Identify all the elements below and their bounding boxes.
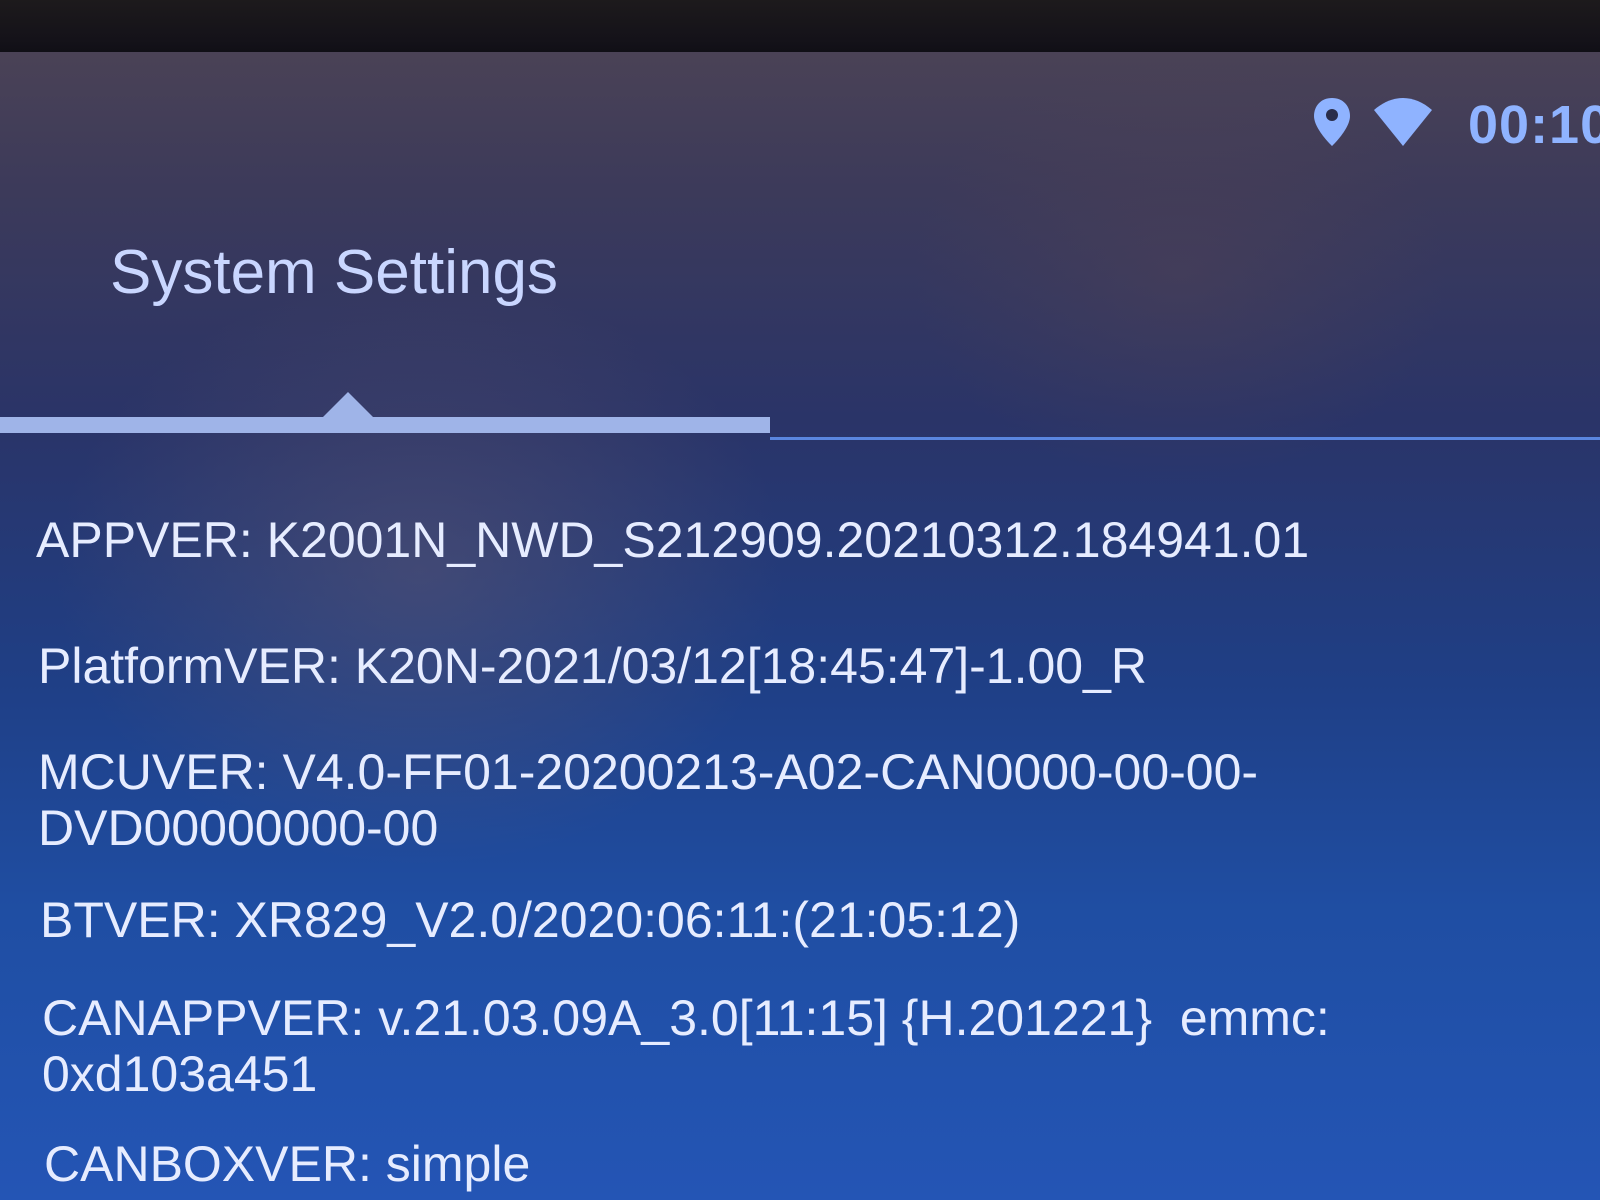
appver-row: APPVER: K2001N_NWD_S212909.20210312.1849… — [36, 512, 1309, 568]
canboxver-label: CANBOXVER: — [44, 1136, 372, 1192]
wifi-icon — [1372, 96, 1434, 148]
btver-row: BTVER: XR829_V2.0/2020:06:11:(21:05:12) — [40, 892, 1020, 948]
platformver-label: PlatformVER: — [38, 638, 341, 694]
canboxver-row: CANBOXVER: simple — [44, 1136, 530, 1192]
btver-value: XR829_V2.0/2020:06:11:(21:05:12) — [234, 892, 1021, 948]
screen: 00:10 System Settings APPVER: K2001N_NWD… — [0, 52, 1600, 1200]
appver-label: APPVER: — [36, 512, 253, 568]
device-bezel — [0, 0, 1600, 58]
status-clock: 00:10 — [1468, 95, 1600, 155]
platformver-value: K20N-2021/03/12[18:45:47]-1.00_R — [354, 638, 1148, 694]
canappver-label: CANAPPVER: — [42, 990, 365, 1046]
status-bar: 00:10 — [0, 52, 1600, 202]
tab-system-settings[interactable]: System Settings — [110, 237, 558, 308]
appver-value: K2001N_NWD_S212909.20210312.184941.01 — [266, 512, 1310, 568]
tab-indicator — [0, 417, 770, 433]
platformver-row: PlatformVER: K20N-2021/03/12[18:45:47]-1… — [38, 638, 1147, 694]
mcuver-row: MCUVER: V4.0-FF01-20200213-A02-CAN0000-0… — [38, 744, 1258, 856]
location-pin-icon — [1312, 96, 1352, 148]
tab-divider — [770, 437, 1600, 440]
canappver-row: CANAPPVER: v.21.03.09A_3.0[11:15] {H.201… — [42, 990, 1330, 1102]
tab-indicator-notch — [322, 392, 374, 418]
canboxver-value: simple — [385, 1136, 531, 1192]
mcuver-label: MCUVER: — [38, 744, 269, 800]
btver-label: BTVER: — [40, 892, 221, 948]
